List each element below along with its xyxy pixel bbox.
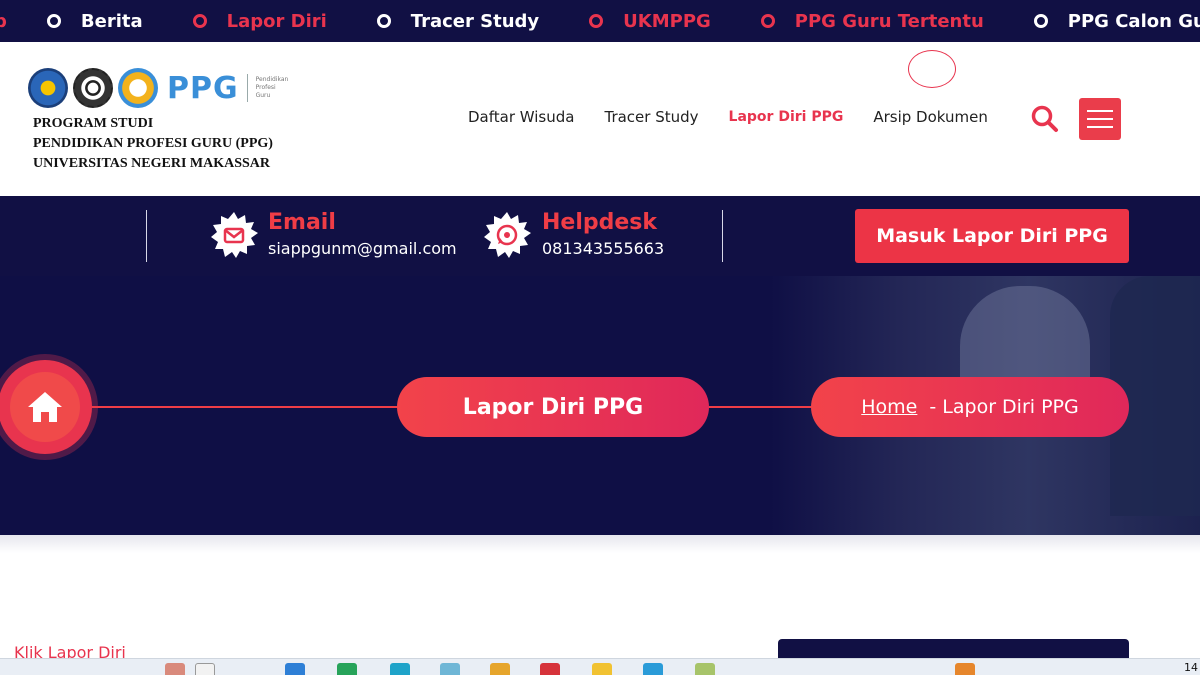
helpdesk-value[interactable]: 081343555663	[542, 239, 664, 258]
program-title: PROGRAM STUDI PENDIDIKAN PROFESI GURU (P…	[33, 114, 273, 174]
banner-shadow	[0, 535, 1200, 553]
logo-divider	[246, 74, 248, 102]
top-ticker: p Berita Lapor Diri Tracer Study UKMPPG …	[0, 0, 1200, 42]
taskbar-app-icon[interactable]	[440, 663, 460, 675]
helpdesk-title: Helpdesk	[542, 210, 658, 235]
taskbar-app-icon[interactable]	[540, 663, 560, 675]
ticker-item-berita[interactable]: Berita	[46, 11, 143, 32]
circle-icon	[192, 14, 207, 28]
taskbar-app-icon[interactable]	[955, 663, 975, 675]
nav-arsip-dokumen[interactable]: Arsip Dokumen	[873, 108, 988, 126]
home-badge[interactable]	[0, 360, 92, 454]
program-title-line: PROGRAM STUDI	[33, 116, 154, 131]
ticker-item-ppg-guru-tertentu[interactable]: PPG Guru Tertentu	[760, 11, 984, 32]
taskbar-app-icon[interactable]	[390, 663, 410, 675]
ticker-item-ukmppg[interactable]: UKMPPG	[589, 11, 711, 32]
nav-lapor-diri-ppg[interactable]: Lapor Diri PPG	[729, 109, 844, 125]
menu-bar-icon	[1087, 110, 1113, 112]
os-taskbar: 14	[0, 658, 1200, 675]
main-content: Klik Lapor Diri	[0, 535, 1200, 675]
masuk-lapor-diri-button[interactable]: Masuk Lapor Diri PPG	[855, 209, 1129, 263]
menu-bar-icon	[1087, 118, 1113, 120]
page-title: Lapor Diri PPG	[397, 377, 709, 437]
merdeka-logo	[118, 68, 158, 108]
contact-bar: Email siappgunm@gmail.com Helpdesk 08134…	[0, 196, 1200, 276]
circle-icon	[760, 14, 775, 28]
taskbar-app-icon[interactable]	[165, 663, 185, 675]
menu-bar-icon	[1087, 126, 1113, 128]
page: { "ticker": { "items": [ {"label": "p", …	[0, 0, 1200, 675]
breadcrumb-separator: -	[929, 396, 937, 418]
circle-icon	[46, 14, 61, 28]
taskbar-app-icon[interactable]	[695, 663, 715, 675]
taskbar-app-icon[interactable]	[337, 663, 357, 675]
email-title: Email	[268, 210, 336, 235]
circle-icon	[589, 14, 604, 28]
ppg-logo-text: PPG	[167, 70, 239, 106]
program-title-line: UNIVERSITAS NEGERI MAKASSAR	[33, 156, 271, 171]
email-badge-icon	[211, 212, 258, 258]
search-icon[interactable]	[1030, 104, 1060, 134]
hamburger-menu-button[interactable]	[1079, 98, 1121, 140]
program-title-line: PENDIDIKAN PROFESI GURU (PPG)	[33, 136, 273, 151]
taskbar-app-icon[interactable]	[285, 663, 305, 675]
ppg-logo-subtitle: Pendidikan Profesi Guru	[255, 76, 289, 99]
breadcrumb-current: Lapor Diri PPG	[942, 396, 1079, 418]
breadcrumb: Home - Lapor Diri PPG	[811, 377, 1129, 437]
taskbar-app-icon[interactable]	[643, 663, 663, 675]
site-header: PPG Pendidikan Profesi Guru PROGRAM STUD…	[0, 42, 1200, 196]
taskbar-app-icon[interactable]	[195, 663, 215, 675]
nav-tracer-study[interactable]: Tracer Study	[604, 108, 698, 126]
breadcrumb-home-link[interactable]: Home	[861, 396, 917, 418]
home-icon	[28, 392, 62, 422]
taskbar-app-icon[interactable]	[490, 663, 510, 675]
main-nav: Daftar Wisuda Tracer Study Lapor Diri PP…	[468, 108, 1018, 126]
logo-group[interactable]: PPG Pendidikan Profesi Guru	[28, 68, 288, 108]
unm-logo	[73, 68, 113, 108]
divider	[146, 210, 147, 262]
circle-icon	[1033, 14, 1048, 28]
circle-icon	[376, 14, 391, 28]
divider	[722, 210, 723, 262]
ticker-item-lapor-diri[interactable]: Lapor Diri	[192, 11, 327, 32]
nav-daftar-wisuda[interactable]: Daftar Wisuda	[468, 108, 574, 126]
ticker-item[interactable]: p	[0, 11, 7, 32]
annotation-circle	[908, 50, 956, 88]
ticker-item-ppg-calon-guru[interactable]: PPG Calon Guru	[1033, 11, 1200, 32]
kemdikbud-logo	[28, 68, 68, 108]
ticker-item-tracer-study[interactable]: Tracer Study	[376, 11, 539, 32]
page-banner: Lapor Diri PPG Home - Lapor Diri PPG	[0, 276, 1200, 535]
taskbar-clock[interactable]: 14	[1184, 661, 1198, 674]
taskbar-app-icon[interactable]	[592, 663, 612, 675]
email-value[interactable]: siappgunm@gmail.com	[268, 239, 457, 258]
whatsapp-badge-icon	[484, 212, 531, 258]
